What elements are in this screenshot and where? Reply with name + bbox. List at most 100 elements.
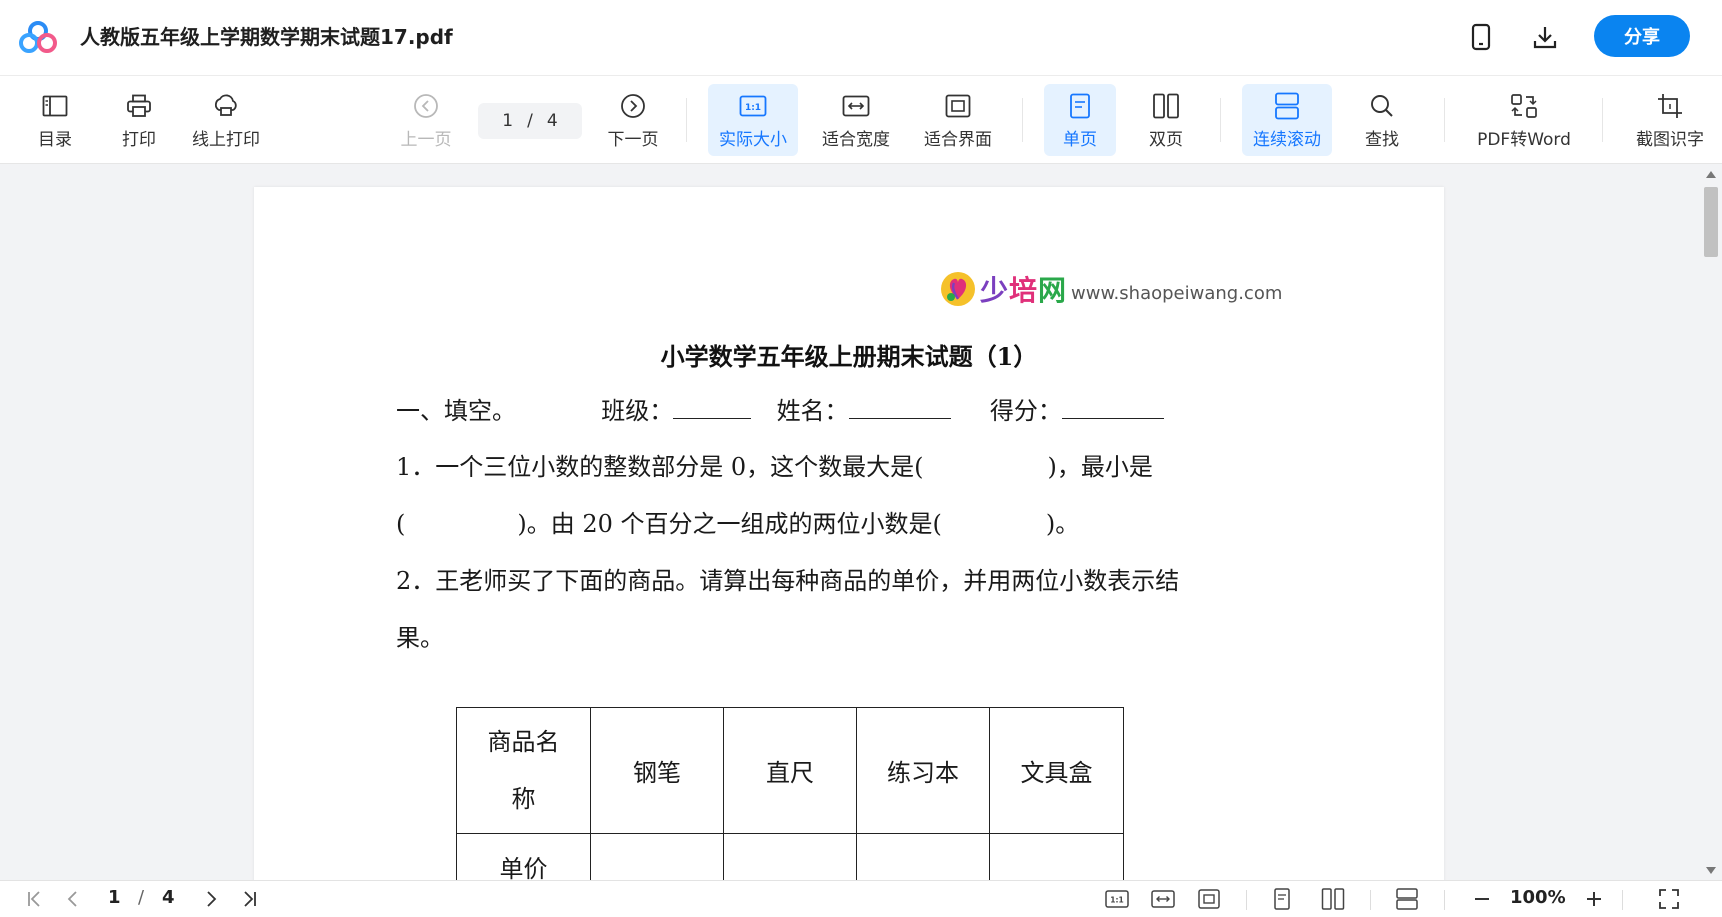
print-button[interactable]: 打印 [114, 84, 164, 156]
crop-icon [1655, 91, 1685, 121]
toolbar: 目录 打印 线上打印 上一页 1 / 4 下一页 1:1 实际大小 适合宽度 适… [0, 76, 1722, 164]
double-page-small-icon[interactable] [1318, 886, 1348, 912]
name-label: 姓名： [776, 397, 849, 425]
print-label: 打印 [122, 129, 156, 150]
next-page-button[interactable]: 下一页 [602, 84, 664, 156]
last-page-icon[interactable] [236, 886, 262, 912]
baidu-netdisk-logo-icon [19, 21, 57, 53]
fit-width-small-icon[interactable] [1148, 886, 1178, 912]
fit-screen-button[interactable]: 适合界面 [918, 84, 998, 156]
fit-screen-icon [943, 91, 973, 121]
table-row: 单价 [456, 833, 1124, 880]
table-row: 商品名 称 钢笔 直尺 练习本 文具盒 [456, 707, 1124, 834]
toolbar-divider [1022, 98, 1023, 142]
bottom-current-page[interactable]: 1 [108, 887, 121, 908]
single-page-button[interactable]: 单页 [1044, 84, 1116, 156]
status-divider [1622, 890, 1623, 910]
scroll-up-arrow-icon[interactable] [1706, 171, 1716, 178]
online-print-button[interactable]: 线上打印 [186, 84, 266, 156]
table-header-cell: 练习本 [856, 707, 990, 834]
table-cell [989, 833, 1124, 880]
scrollbar-thumb[interactable] [1704, 187, 1718, 257]
table-header-cell: 直尺 [723, 707, 857, 834]
screenshot-ocr-label: 截图识字 [1636, 129, 1704, 150]
status-divider [1246, 890, 1247, 910]
printer-icon [124, 91, 154, 121]
prev-page-button[interactable]: 上一页 [396, 84, 456, 156]
toolbar-divider [686, 98, 687, 142]
section-header-line: 一、填空。 班级： 姓名： 得分： [396, 391, 1164, 426]
fit-width-label: 适合宽度 [822, 129, 890, 150]
zoom-level[interactable]: 100% [1510, 887, 1566, 908]
class-blank [673, 397, 752, 419]
score-blank [1061, 397, 1164, 419]
bottom-page-separator: / [138, 887, 145, 908]
section-1-heading: 一、填空。 [396, 397, 516, 425]
zoom-out-icon[interactable] [1468, 886, 1496, 912]
scroll-down-arrow-icon[interactable] [1706, 867, 1716, 874]
table-cell [590, 833, 724, 880]
vertical-scrollbar[interactable] [1700, 165, 1722, 880]
brand-url: www.shaopeiwang.com [1071, 282, 1283, 304]
find-label: 查找 [1365, 129, 1399, 150]
continuous-scroll-label: 连续滚动 [1253, 129, 1321, 150]
goods-table: 商品名 称 钢笔 直尺 练习本 文具盒 单价 [456, 707, 1124, 880]
download-icon[interactable] [1528, 20, 1562, 54]
document-viewport[interactable]: 少培网 www.shaopeiwang.com 小学数学五年级上册期末试题（1）… [0, 165, 1722, 880]
document-title: 人教版五年级上学期数学期末试题17.pdf [80, 25, 453, 49]
status-divider [1444, 890, 1445, 910]
pdf-to-word-button[interactable]: PDF转Word [1474, 84, 1574, 156]
find-button[interactable]: 查找 [1356, 84, 1408, 156]
page-separator: / [527, 111, 533, 131]
toc-button[interactable]: 目录 [30, 84, 80, 156]
first-page-icon[interactable] [22, 886, 48, 912]
zoom-in-icon[interactable] [1580, 886, 1608, 912]
cloud-print-icon [211, 91, 241, 121]
actual-size-button[interactable]: 1:1 实际大小 [708, 84, 798, 156]
current-page: 1 [502, 111, 514, 131]
double-page-icon [1151, 91, 1181, 121]
brand-char: 网 [1038, 274, 1068, 307]
next-page-label: 下一页 [607, 129, 659, 150]
screenshot-ocr-button[interactable]: 截图识字 [1628, 84, 1712, 156]
table-header-cell: 钢笔 [590, 707, 724, 834]
continuous-scroll-button[interactable]: 连续滚动 [1242, 84, 1332, 156]
header-line: 称 [511, 784, 536, 813]
single-page-small-icon[interactable] [1268, 886, 1296, 912]
fit-screen-small-icon[interactable] [1194, 886, 1224, 912]
fit-width-icon [841, 91, 871, 121]
status-divider [1370, 890, 1371, 910]
continuous-scroll-icon [1272, 91, 1302, 121]
share-button[interactable]: 分享 [1594, 15, 1690, 57]
actual-size-icon: 1:1 [738, 91, 768, 121]
single-page-label: 单页 [1063, 129, 1097, 150]
next-page-icon[interactable] [198, 886, 224, 912]
table-header-cell: 文具盒 [989, 707, 1124, 834]
fit-width-button[interactable]: 适合宽度 [816, 84, 896, 156]
score-label: 得分： [989, 397, 1062, 425]
mobile-view-icon[interactable] [1464, 20, 1498, 54]
fit-screen-label: 适合界面 [924, 129, 992, 150]
online-print-label: 线上打印 [192, 129, 260, 150]
table-header-cell: 商品名 称 [456, 707, 591, 834]
actual-size-small-icon[interactable]: 1:1 [1102, 886, 1132, 912]
double-page-label: 双页 [1149, 129, 1183, 150]
brand-char: 培 [1009, 274, 1039, 307]
continuous-scroll-small-icon[interactable] [1392, 886, 1422, 912]
double-page-button[interactable]: 双页 [1134, 84, 1198, 156]
q1-text-d: )。由 20 个百分之一组成的两位小数是( [517, 510, 942, 538]
prev-page-icon[interactable] [60, 886, 86, 912]
exam-title: 小学数学五年级上册期末试题（1） [660, 342, 1038, 371]
page-number-input[interactable]: 1 / 4 [478, 103, 582, 139]
toolbar-divider [1602, 98, 1603, 142]
fullscreen-icon[interactable] [1654, 886, 1684, 912]
question-2-line-1: 2．王老师买了下面的商品。请算出每种商品的单价，并用两位小数表示结 [396, 567, 1180, 595]
title-bar: 人教版五年级上学期数学期末试题17.pdf 分享 [0, 0, 1722, 76]
bottom-status-bar: 1 / 4 1:1 100% [0, 880, 1722, 917]
actual-size-small-icon-text: 1:1 [1110, 896, 1123, 905]
question-1-line-2: ()。由 20 个百分之一组成的两位小数是()。 [396, 504, 1079, 539]
total-pages: 4 [546, 111, 558, 131]
actual-size-label: 实际大小 [719, 129, 787, 150]
table-cell [723, 833, 857, 880]
brand-name: 少培网 [980, 269, 1067, 309]
